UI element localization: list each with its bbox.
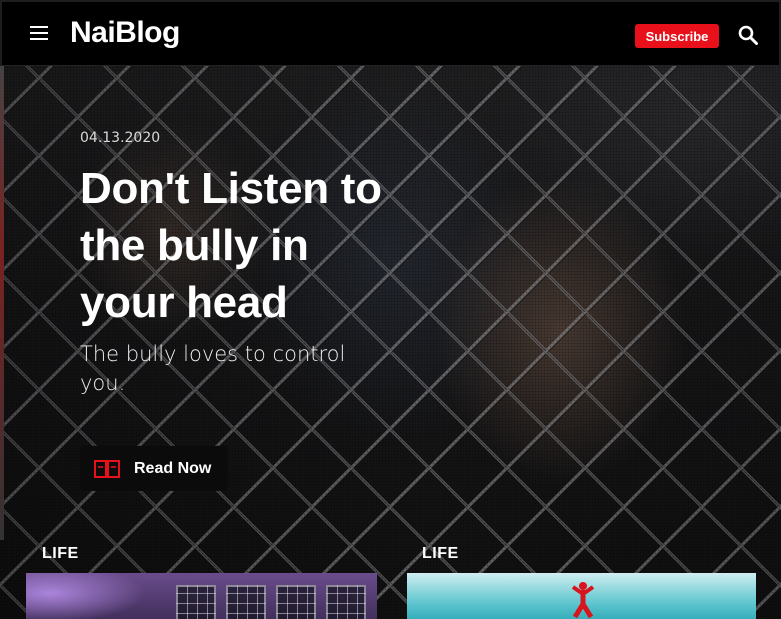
red-figure-image <box>571 582 595 619</box>
subscribe-button[interactable]: Subscribe <box>635 24 719 48</box>
post-date: 04.13.2020 <box>80 130 161 146</box>
read-now-label: Read Now <box>134 459 212 477</box>
hero-headline[interactable]: Don't Listen to the bully in your head <box>80 160 410 331</box>
hero-subtitle: The bully loves to control you. <box>80 342 346 395</box>
search-icon[interactable] <box>738 25 758 45</box>
hamburger-menu-icon[interactable] <box>30 26 48 42</box>
site-logo[interactable]: NaiBlog <box>70 16 180 50</box>
card-thumbnail-image[interactable] <box>407 573 756 619</box>
top-navigation-bar: NaiBlog Subscribe <box>0 0 781 66</box>
hero-left-edge <box>0 60 4 540</box>
card-category-label[interactable]: LIFE <box>42 545 79 563</box>
read-now-button[interactable]: Read Now <box>80 446 228 491</box>
card-thumbnail-image[interactable] <box>26 573 377 619</box>
card-category-label[interactable]: LIFE <box>422 545 459 563</box>
open-book-icon <box>94 459 120 478</box>
